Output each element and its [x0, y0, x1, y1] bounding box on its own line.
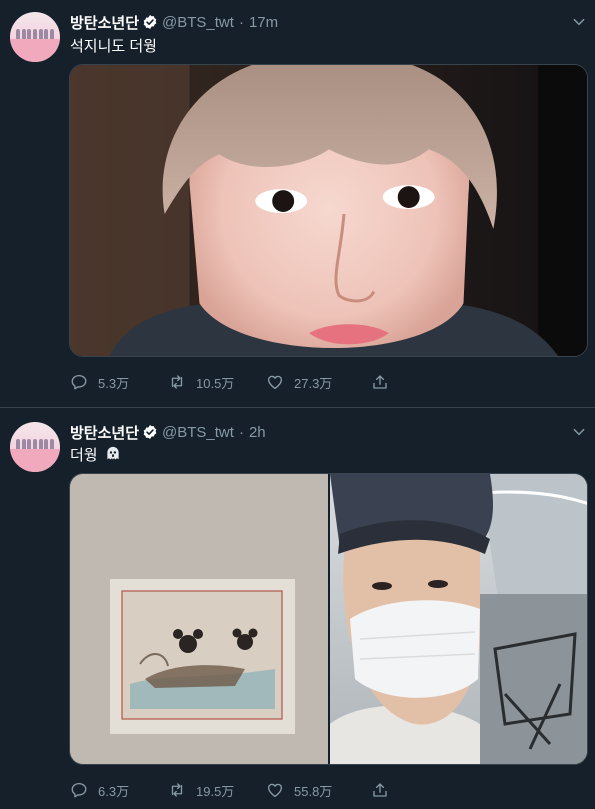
like-button[interactable]: 27.3万: [266, 373, 371, 392]
ghost-emoji-icon: [106, 446, 119, 460]
retweet-count: 10.5万: [196, 375, 235, 391]
chevron-down-icon[interactable]: [571, 14, 587, 30]
avatar[interactable]: [10, 12, 60, 62]
display-name[interactable]: 방탄소년단: [70, 422, 139, 443]
share-button[interactable]: [371, 373, 399, 391]
retweet-icon: [171, 375, 183, 389]
reply-button[interactable]: 5.3万: [70, 373, 168, 392]
tweet-actions: 5.3万 10.5万 27.3万: [70, 372, 399, 392]
share-icon: [373, 783, 387, 797]
display-name[interactable]: 방탄소년단: [70, 12, 139, 33]
separator-dot: ·: [238, 423, 244, 441]
tweet[interactable]: 방탄소년단 @BTS_twt · 17m 석지니도 더웡 5.3万 10.5万 …: [0, 0, 595, 408]
tweet-actions: 6.3万 19.5万 55.8万: [70, 780, 399, 800]
retweet-button[interactable]: 19.5万: [168, 781, 266, 800]
reply-icon: [71, 374, 87, 390]
selfie-photo: [330, 474, 587, 764]
chevron-down-icon[interactable]: [571, 424, 587, 440]
share-button[interactable]: [371, 781, 399, 799]
tweet-photo-left[interactable]: [70, 474, 328, 764]
like-count: 27.3万: [294, 375, 333, 391]
reply-icon: [71, 782, 87, 798]
tweet-text: 더웡: [70, 443, 122, 465]
avatar[interactable]: [10, 422, 60, 472]
tweet-photo-right[interactable]: [330, 474, 587, 764]
tweet-header: 방탄소년단 @BTS_twt · 17m: [70, 12, 278, 32]
like-button[interactable]: 55.8万: [266, 781, 371, 800]
like-icon: [267, 783, 283, 798]
reply-count: 5.3万: [98, 375, 130, 391]
tweet-header: 방탄소년단 @BTS_twt · 2h: [70, 422, 266, 442]
reply-count: 6.3万: [98, 783, 130, 799]
portrait-photo: [70, 65, 587, 356]
like-icon: [267, 375, 283, 390]
tweet-text-content: 석지니도 더웡: [70, 37, 157, 55]
like-count: 55.8万: [294, 783, 333, 799]
verified-badge-icon: [143, 15, 157, 29]
retweet-icon: [171, 783, 183, 797]
framed-sketch-photo: [70, 474, 328, 764]
avatar-figures: [16, 29, 54, 39]
tweet-photo[interactable]: [69, 64, 588, 357]
timestamp[interactable]: 2h: [249, 424, 266, 441]
timestamp[interactable]: 17m: [249, 14, 278, 31]
reply-button[interactable]: 6.3万: [70, 781, 168, 800]
avatar-floor: [10, 39, 60, 62]
user-handle[interactable]: @BTS_twt: [162, 14, 234, 31]
separator-dot: ·: [238, 13, 244, 31]
tweet-text-content: 더웡: [70, 446, 98, 464]
tweet[interactable]: 방탄소년단 @BTS_twt · 2h 더웡 6.3万 19.5万 55.8万: [0, 408, 595, 809]
tweet-text: 석지니도 더웡: [70, 34, 157, 56]
retweet-button[interactable]: 10.5万: [168, 373, 266, 392]
avatar-figures: [16, 439, 54, 449]
retweet-count: 19.5万: [196, 783, 235, 799]
share-icon: [373, 375, 387, 389]
verified-badge-icon: [143, 425, 157, 439]
tweet-photo-grid: [69, 473, 588, 765]
avatar-floor: [10, 449, 60, 472]
user-handle[interactable]: @BTS_twt: [162, 424, 234, 441]
